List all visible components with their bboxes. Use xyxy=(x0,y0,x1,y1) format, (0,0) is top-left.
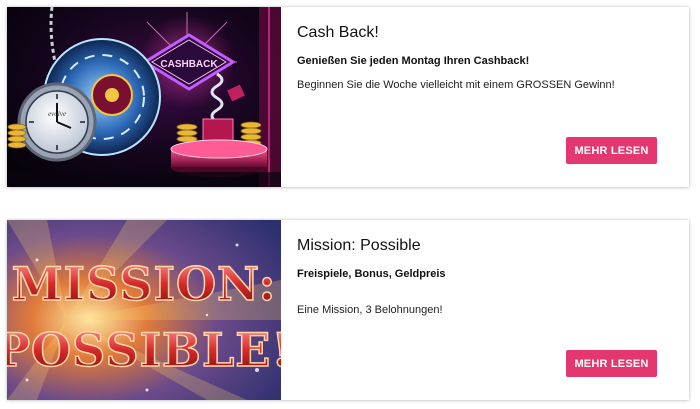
mission-promo-image[interactable]: MISSION: POSSIBLE! xyxy=(7,220,281,400)
cashback-promo-content: Cash Back! Genießen Sie jeden Montag Ihr… xyxy=(281,7,689,187)
promo-card-cashback: CASHBACK evolve Cash Back! Genießen Sie … xyxy=(7,7,689,187)
mission-headline-line2: POSSIBLE! xyxy=(7,323,281,377)
promo-description: Beginnen Sie die Woche vielleicht mit ei… xyxy=(297,79,615,91)
promo-subtitle: Genießen Sie jeden Montag Ihren Cashback… xyxy=(297,55,530,67)
cashback-illustration: CASHBACK evolve xyxy=(7,7,281,187)
cashback-sign-text: CASHBACK xyxy=(160,59,218,70)
cashback-promo-image[interactable]: CASHBACK evolve xyxy=(7,7,281,187)
read-more-button[interactable]: MEHR LESEN xyxy=(566,137,657,164)
promo-card-mission: MISSION: POSSIBLE! Mission: Possible Fre… xyxy=(7,220,689,400)
promo-title: Cash Back! xyxy=(297,24,379,41)
clock-brand-text: evolve xyxy=(48,110,66,118)
read-more-button[interactable]: MEHR LESEN xyxy=(566,350,657,377)
mission-promo-content: Mission: Possible Freispiele, Bonus, Gel… xyxy=(281,220,689,400)
promo-title: Mission: Possible xyxy=(297,237,421,254)
mission-headline-line1: MISSION: xyxy=(12,257,277,311)
promo-description: Eine Mission, 3 Belohnungen! xyxy=(297,304,443,316)
mission-illustration: MISSION: POSSIBLE! xyxy=(7,220,281,400)
promo-subtitle: Freispiele, Bonus, Geldpreis xyxy=(297,268,446,280)
